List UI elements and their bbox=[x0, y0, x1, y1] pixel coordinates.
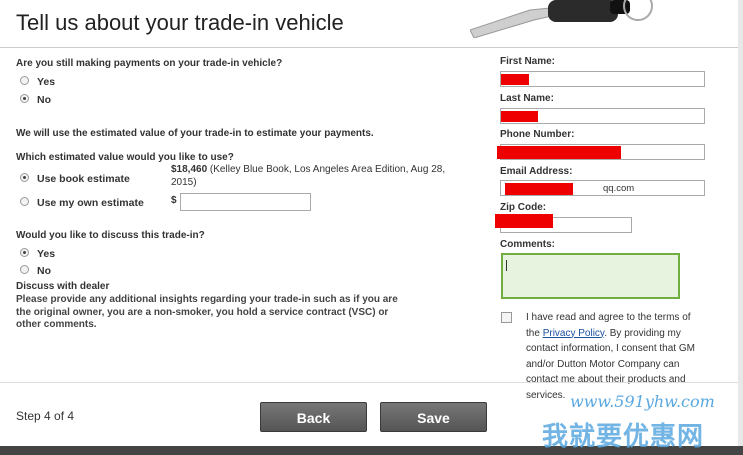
payments-yes-radio[interactable] bbox=[20, 76, 29, 85]
payments-no-label[interactable]: No bbox=[37, 94, 51, 106]
terms-text: I have read and agree to the terms of th… bbox=[526, 310, 706, 404]
text-cursor bbox=[506, 260, 507, 271]
first-name-field[interactable] bbox=[500, 71, 705, 87]
header-divider bbox=[0, 47, 738, 48]
last-name-label: Last Name: bbox=[500, 93, 554, 104]
comments-label: Comments: bbox=[500, 239, 556, 250]
discuss-no-label[interactable]: No bbox=[37, 265, 51, 277]
redaction-mark bbox=[495, 214, 553, 228]
payments-no-radio[interactable] bbox=[20, 94, 29, 103]
estimate-question: Which estimated value would you like to … bbox=[16, 152, 234, 163]
phone-label: Phone Number: bbox=[500, 129, 575, 140]
book-desc: (Kelley Blue Book, Los Angeles Area Edit… bbox=[171, 164, 446, 188]
discuss-yes-radio[interactable] bbox=[20, 248, 29, 257]
step-indicator: Step 4 of 4 bbox=[16, 409, 75, 423]
discuss-yes-label[interactable]: Yes bbox=[37, 248, 55, 260]
comments-textarea[interactable] bbox=[501, 253, 680, 299]
watermark-url: www.591yhw.com bbox=[570, 392, 715, 411]
book-estimate-label[interactable]: Use book estimate bbox=[37, 173, 130, 185]
own-estimate-input[interactable] bbox=[180, 193, 311, 211]
car-keys-icon bbox=[470, 0, 653, 38]
dealer-text: Please provide any additional insights r… bbox=[16, 294, 398, 330]
book-estimate-value: $18,460 (Kelley Blue Book, Los Angeles A… bbox=[171, 164, 471, 189]
watermark-text: 我就要优惠网 bbox=[542, 422, 705, 452]
own-estimate-radio[interactable] bbox=[20, 197, 29, 206]
estimate-note: We will use the estimated value of your … bbox=[16, 128, 374, 139]
email-label: Email Address: bbox=[500, 166, 573, 177]
discuss-no-radio[interactable] bbox=[20, 265, 29, 274]
payments-question: Are you still making payments on your tr… bbox=[16, 58, 283, 69]
save-button[interactable]: Save bbox=[380, 402, 487, 432]
terms-checkbox[interactable] bbox=[501, 312, 512, 323]
redaction-mark bbox=[501, 111, 538, 122]
payments-yes-label[interactable]: Yes bbox=[37, 76, 55, 88]
redaction-mark bbox=[497, 146, 621, 159]
page-title: Tell us about your trade-in vehicle bbox=[16, 10, 344, 35]
back-button[interactable]: Back bbox=[260, 402, 367, 432]
discuss-question: Would you like to discuss this trade-in? bbox=[16, 230, 205, 241]
redaction-mark bbox=[501, 74, 529, 85]
scrollbar[interactable] bbox=[738, 0, 743, 455]
privacy-policy-link[interactable]: Privacy Policy bbox=[543, 328, 605, 339]
zip-label: Zip Code: bbox=[500, 202, 547, 213]
first-name-label: First Name: bbox=[500, 56, 556, 67]
redaction-mark bbox=[505, 183, 573, 195]
footer-divider bbox=[0, 382, 738, 383]
book-estimate-radio[interactable] bbox=[20, 173, 29, 182]
currency-symbol: $ bbox=[171, 195, 177, 206]
dealer-heading: Discuss with dealer bbox=[16, 281, 110, 292]
own-estimate-label[interactable]: Use my own estimate bbox=[37, 197, 144, 209]
book-value: $18,460 bbox=[171, 164, 208, 175]
